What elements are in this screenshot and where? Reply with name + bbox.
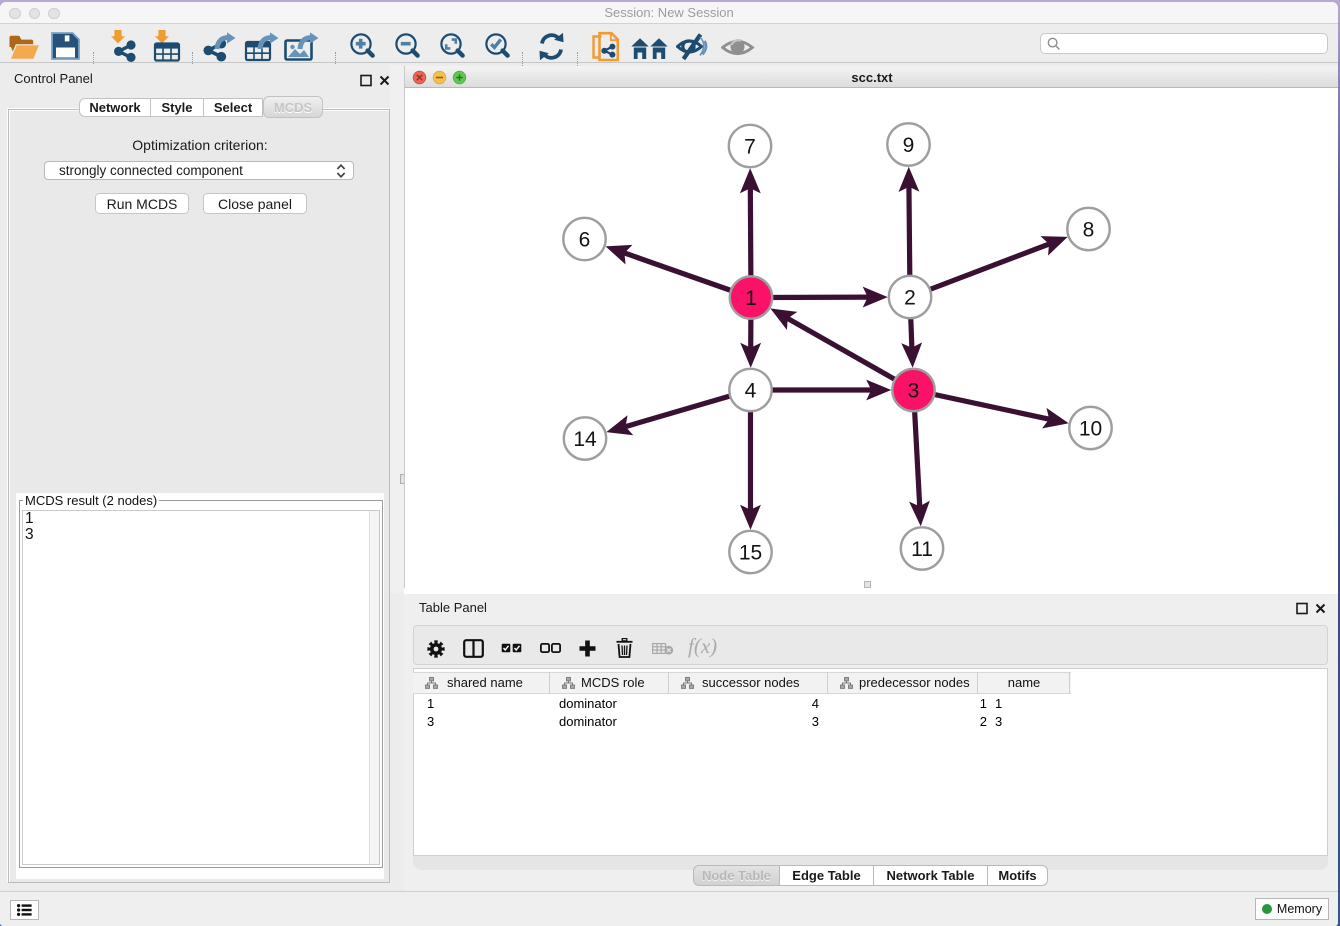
svg-text:4: 4 [745, 380, 757, 403]
svg-text:14: 14 [573, 428, 597, 451]
svg-text:15: 15 [739, 542, 762, 565]
svg-text:1: 1 [745, 287, 757, 310]
svg-text:10: 10 [1079, 418, 1102, 441]
svg-text:3: 3 [908, 380, 920, 403]
svg-text:8: 8 [1083, 219, 1095, 242]
svg-text:6: 6 [579, 229, 591, 252]
svg-text:11: 11 [911, 538, 933, 561]
svg-text:7: 7 [744, 136, 756, 159]
svg-text:2: 2 [904, 287, 916, 310]
svg-text:9: 9 [903, 134, 915, 157]
